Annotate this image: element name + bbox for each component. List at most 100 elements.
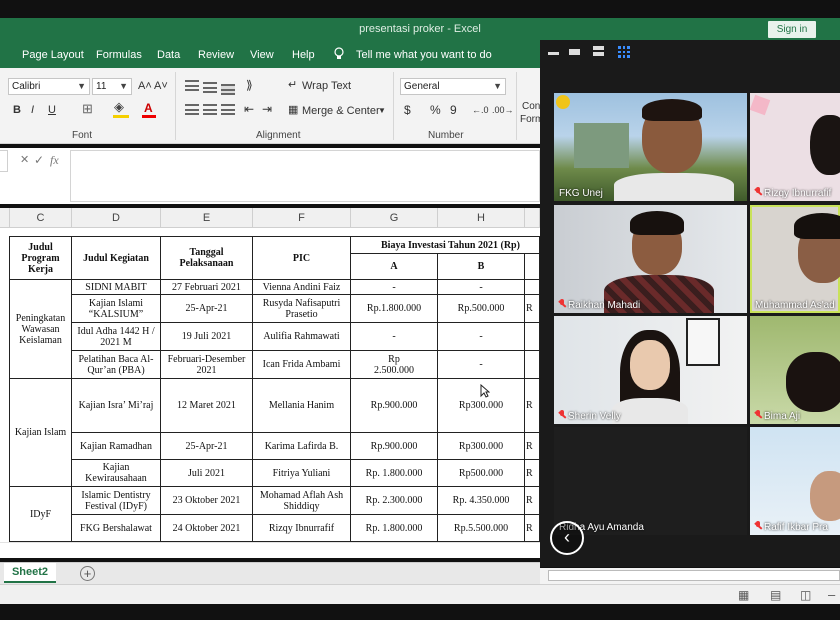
participant-tile[interactable]: Ridha Ayu Amanda [554, 427, 747, 535]
normal-view-icon[interactable]: ▦ [738, 588, 749, 602]
currency-button[interactable]: $ [404, 103, 411, 117]
table-cell-b[interactable]: Rp500.000 [438, 460, 525, 487]
fill-color-icon[interactable]: ◈ [114, 100, 124, 114]
table-cell-a[interactable]: Rp.900.000 [351, 379, 438, 433]
table-cell-tanggal[interactable]: 25-Apr-21 [161, 433, 253, 460]
column-header-d[interactable]: D [72, 208, 161, 228]
column-header-h[interactable]: H [438, 208, 525, 228]
tab-page-layout[interactable]: Page Layout [22, 49, 84, 61]
previous-page-button[interactable]: ‹ [550, 521, 584, 555]
participant-tile[interactable]: FKG Unej [554, 93, 747, 201]
participant-tile[interactable]: Raikhan Mahadi [554, 205, 747, 313]
font-color-icon[interactable]: A [144, 101, 153, 115]
table-cell-tanggal[interactable]: 12 Maret 2021 [161, 379, 253, 433]
align-top-icon[interactable] [185, 80, 199, 91]
table-cell-pic[interactable]: Rusyda Nafisaputri Prasetio [253, 295, 351, 323]
participant-tile[interactable]: Rafif Ikbar Pra [750, 427, 840, 535]
header-pic[interactable]: PIC [253, 236, 351, 280]
speaker-view-icon[interactable] [569, 49, 580, 55]
table-cell-pic[interactable]: Fitriya Yuliani [253, 460, 351, 487]
tab-formulas[interactable]: Formulas [96, 49, 142, 61]
decrease-indent-icon[interactable]: ⇤ [244, 102, 254, 116]
column-header-g[interactable]: G [351, 208, 438, 228]
table-cell-b[interactable]: Rp.500.000 [438, 295, 525, 323]
column-header-f[interactable]: F [253, 208, 351, 228]
conditional-format-label[interactable]: Con [522, 100, 540, 114]
table-cell-tanggal[interactable]: Februari-Desember 2021 [161, 351, 253, 379]
align-left-icon[interactable] [185, 104, 199, 115]
grow-font-button[interactable]: A˄ [138, 79, 152, 93]
add-sheet-button[interactable]: + [80, 566, 95, 581]
table-cell-partial[interactable]: R [525, 379, 540, 433]
table-cell-pic[interactable]: Vienna Andini Faiz [253, 280, 351, 295]
participant-tile[interactable]: Rizqy Ibnurrafif [750, 93, 840, 201]
table-cell-b[interactable]: - [438, 351, 525, 379]
page-break-view-icon[interactable]: ◫ [800, 588, 811, 602]
align-right-icon[interactable] [221, 104, 235, 115]
name-box[interactable] [0, 150, 8, 172]
table-cell-kegiatan[interactable]: Kajian Ramadhan [72, 433, 161, 460]
program-cell[interactable]: IDyF [9, 487, 72, 542]
sign-in-button[interactable]: Sign in [768, 21, 816, 38]
spreadsheet-grid[interactable]: Judul Program Kerja Judul Kegiatan Tangg… [0, 228, 540, 558]
table-cell-kegiatan[interactable]: Kajian Kewirausahaan [72, 460, 161, 487]
table-cell-kegiatan[interactable]: SIDNI MABIT [72, 280, 161, 295]
table-cell-tanggal[interactable]: 27 Februari 2021 [161, 280, 253, 295]
percent-button[interactable]: % [430, 103, 441, 117]
wrap-text-button[interactable]: Wrap Text [302, 79, 351, 93]
formula-input[interactable] [70, 150, 540, 202]
header-col-b[interactable]: B [438, 254, 525, 280]
table-cell-b[interactable]: Rp.5.500.000 [438, 515, 525, 542]
column-header-b[interactable] [0, 208, 10, 228]
table-cell-a[interactable]: Rp.1.800.000 [351, 295, 438, 323]
program-cell[interactable]: Kajian Islam [9, 379, 72, 487]
table-cell-kegiatan[interactable]: FKG Bershalawat [72, 515, 161, 542]
increase-decimal-icon[interactable]: ←.0 [472, 103, 489, 117]
number-format-select[interactable]: General ▼ [400, 78, 506, 95]
participant-tile[interactable]: Sherin Velly [554, 316, 747, 424]
table-cell-b[interactable]: - [438, 323, 525, 351]
table-cell-partial[interactable]: R [525, 433, 540, 460]
cancel-icon[interactable]: ✕ [20, 153, 29, 166]
tab-data[interactable]: Data [157, 49, 180, 61]
table-cell-kegiatan[interactable]: Islamic Dentistry Festival (IDyF) [72, 487, 161, 515]
table-cell-partial[interactable]: R [525, 487, 540, 515]
increase-indent-icon[interactable]: ⇥ [262, 102, 272, 116]
table-cell-tanggal[interactable]: 19 Juli 2021 [161, 323, 253, 351]
borders-icon[interactable]: ⊞ [82, 102, 93, 116]
align-bottom-icon[interactable] [221, 84, 235, 95]
header-col-c-partial[interactable] [525, 254, 540, 280]
table-cell-a[interactable]: Rp 2.500.000 [351, 351, 438, 379]
align-middle-icon[interactable] [203, 82, 217, 93]
table-cell-partial[interactable]: R [525, 515, 540, 542]
orientation-icon[interactable]: ⟫ [246, 78, 253, 92]
header-biaya[interactable]: Biaya Investasi Tahun 2021 (Rp) [351, 236, 540, 254]
participant-tile[interactable]: Bima Aji [750, 316, 840, 424]
column-header-c[interactable]: C [10, 208, 72, 228]
strip-view-icon[interactable] [593, 46, 604, 50]
tab-help[interactable]: Help [292, 49, 315, 61]
tab-review[interactable]: Review [198, 49, 234, 61]
table-cell-a[interactable]: - [351, 323, 438, 351]
bold-button[interactable]: B [13, 103, 21, 117]
chevron-down-icon[interactable]: ▼ [378, 104, 386, 118]
table-cell-pic[interactable]: Aulifia Rahmawati [253, 323, 351, 351]
align-center-icon[interactable] [203, 104, 217, 115]
table-cell-a[interactable]: - [351, 280, 438, 295]
table-cell-partial[interactable]: R [525, 295, 540, 323]
table-cell-partial[interactable]: R [525, 460, 540, 487]
table-cell-a[interactable]: Rp. 2.300.000 [351, 487, 438, 515]
table-cell-a[interactable]: Rp. 1.800.000 [351, 515, 438, 542]
tell-me-search[interactable]: Tell me what you want to do [356, 49, 492, 61]
table-cell-partial[interactable] [525, 280, 540, 295]
sheet-tab-sheet2[interactable]: Sheet2 [4, 563, 56, 583]
table-cell-pic[interactable]: Rizqy Ibnurrafif [253, 515, 351, 542]
table-cell-partial[interactable] [525, 351, 540, 379]
font-size-select[interactable]: 11 ▼ [92, 78, 132, 95]
table-cell-tanggal[interactable]: Juli 2021 [161, 460, 253, 487]
header-kegiatan[interactable]: Judul Kegiatan [72, 236, 161, 280]
tab-view[interactable]: View [250, 49, 274, 61]
header-tanggal[interactable]: Tanggal Pelaksanaan [161, 236, 253, 280]
table-cell-tanggal[interactable]: 23 Oktober 2021 [161, 487, 253, 515]
table-cell-pic[interactable]: Ican Frida Ambami [253, 351, 351, 379]
